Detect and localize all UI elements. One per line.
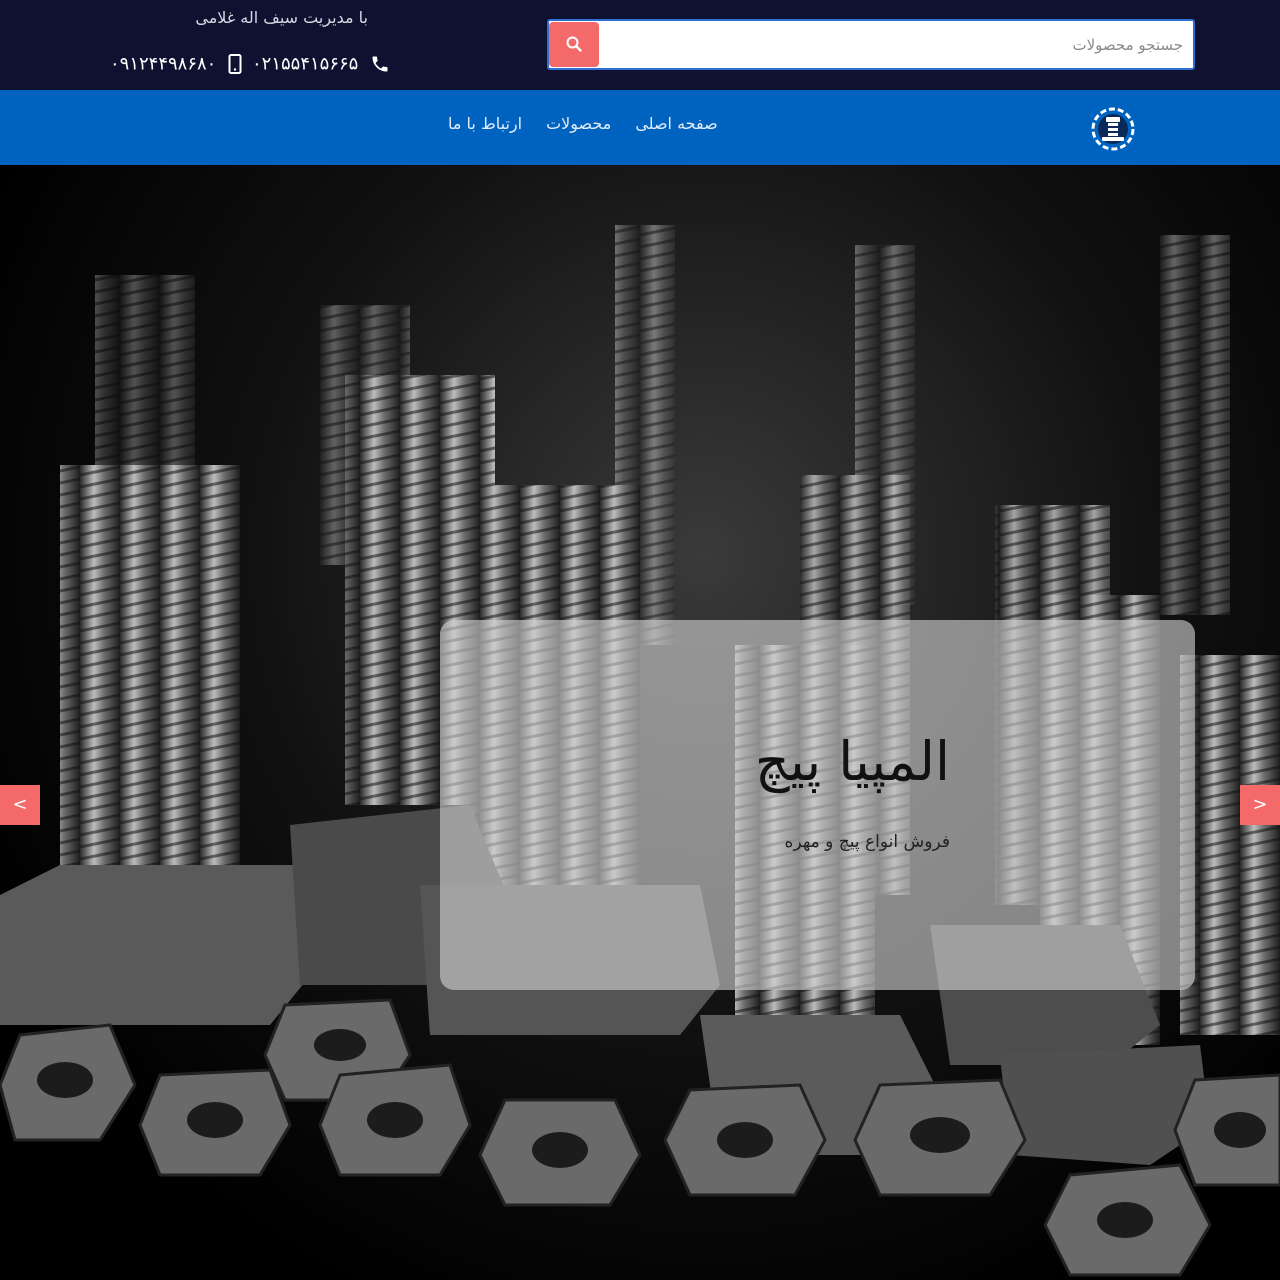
nav-item-home[interactable]: صفحه اصلی xyxy=(635,114,717,133)
nav-menu: صفحه اصلی محصولات ارتباط با ما xyxy=(448,114,718,133)
slide-title: المپیا پیچ xyxy=(754,730,950,793)
slider-next-button[interactable]: > xyxy=(1240,785,1280,825)
bolt-gear-logo[interactable] xyxy=(1090,106,1136,152)
phone-icon xyxy=(372,56,388,72)
main-navbar: صفحه اصلی محصولات ارتباط با ما xyxy=(0,90,1280,165)
mobile-contact[interactable]: ۰۹۱۲۴۴۹۸۶۸۰ xyxy=(110,53,242,75)
slide-subtitle: فروش انواع پیچ و مهره xyxy=(784,832,950,852)
search-bar xyxy=(547,19,1195,70)
manager-text: با مدیریت سیف اله غلامی xyxy=(195,8,368,27)
search-icon xyxy=(566,36,582,52)
hero-slider: المپیا پیچ فروش انواع پیچ و مهره < > xyxy=(0,165,1280,1280)
slide-caption: المپیا پیچ فروش انواع پیچ و مهره xyxy=(440,620,1195,990)
nav-item-products[interactable]: محصولات xyxy=(546,114,611,133)
search-button[interactable] xyxy=(549,22,599,67)
mobile-icon xyxy=(228,54,242,74)
slider-prev-button[interactable]: < xyxy=(0,785,40,825)
search-input[interactable] xyxy=(609,21,1183,68)
top-header: با مدیریت سیف اله غلامی ۰۲۱۵۵۴۱۵۶۶۵ ۰۹۱۲… xyxy=(0,0,1280,90)
mobile-number: ۰۹۱۲۴۴۹۸۶۸۰ xyxy=(110,53,217,75)
phone-contact[interactable]: ۰۲۱۵۵۴۱۵۶۶۵ xyxy=(252,53,390,75)
nav-item-contact[interactable]: ارتباط با ما xyxy=(448,114,522,133)
phone-number: ۰۲۱۵۵۴۱۵۶۶۵ xyxy=(252,53,359,75)
